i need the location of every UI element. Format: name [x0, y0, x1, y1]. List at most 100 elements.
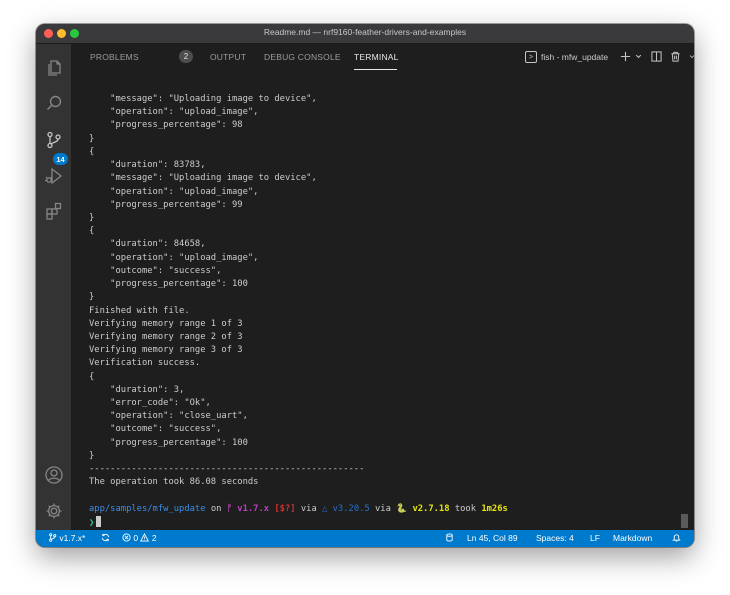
terminal-line: "duration": 83783, [89, 160, 206, 171]
chevron-down-icon [635, 54, 641, 59]
status-notifications[interactable] [672, 533, 681, 544]
terminal-scrollbar[interactable] [681, 514, 688, 528]
git-branch-icon [49, 533, 57, 542]
terminal-launch-profile-button[interactable] [632, 50, 644, 63]
terminal-line: "operation": "upload_image", [89, 186, 259, 197]
error-icon [122, 533, 131, 542]
tab-terminal[interactable]: TERMINAL [354, 52, 399, 62]
terminal-line: "progress_percentage": 100 [89, 437, 248, 448]
files-icon [47, 59, 61, 76]
search-icon [46, 95, 61, 110]
tab-problems[interactable]: PROBLEMS [90, 52, 139, 62]
status-indentation[interactable]: Spaces: 4 [536, 533, 574, 544]
status-sync[interactable] [101, 533, 110, 544]
new-terminal-button[interactable] [619, 50, 631, 63]
status-eol[interactable]: LF [590, 533, 600, 544]
tab-debug-console[interactable]: DEBUG CONSOLE [264, 52, 341, 62]
terminal-line: "message": "Uploading image to device", [89, 94, 317, 104]
prompt-line: app/samples/mfw_update on ᚠ v1.7.x [$?] … [89, 503, 689, 516]
terminal-line: { [89, 371, 95, 382]
input-line[interactable]: ❯ [89, 516, 689, 529]
terminal-lines: "message": "Uploading image to device", … [89, 93, 689, 503]
window-title: Readme.md — nrf9160-feather-drivers-and-… [263, 27, 467, 37]
bell-icon [672, 534, 681, 542]
terminal-line: "progress_percentage": 100 [89, 279, 248, 290]
active-tab-indicator [354, 69, 397, 70]
activity-source-control[interactable] [42, 128, 65, 151]
terminal-line: { [89, 226, 95, 237]
panel-tabs: PROBLEMS 2 OUTPUT DEBUG CONSOLE TERMINAL… [71, 44, 694, 70]
warning-count: 2 [151, 533, 157, 543]
sync-icon [101, 533, 110, 542]
terminal-selector[interactable]: > fish - mfw_update [525, 50, 608, 64]
terminal-line: } [89, 450, 95, 461]
prompt-cmake-version: △ v3.20.5 [322, 503, 370, 514]
split-terminal-icon [650, 51, 662, 62]
source-control-icon [46, 131, 61, 148]
run-debug-icon [44, 167, 62, 184]
prompt-via: via [295, 503, 323, 514]
status-database[interactable] [445, 533, 454, 544]
tab-output[interactable]: OUTPUT [210, 52, 246, 62]
warning-icon [140, 532, 150, 542]
terminal-line: "operation": "upload_image", [89, 252, 259, 263]
terminal-line: Verifying memory range 3 of 3 [89, 345, 243, 356]
activity-search[interactable] [42, 91, 65, 114]
activity-run-debug[interactable] [42, 164, 65, 187]
terminal-selector-label: fish - mfw_update [541, 52, 609, 62]
trash-icon [670, 51, 680, 62]
prompt-branch: ᚠ v1.7.x [226, 503, 270, 514]
activity-explorer[interactable] [42, 55, 65, 78]
terminal-line: "progress_percentage": 98 [89, 120, 243, 131]
prompt-python-version: 🐍 v2.7.18 [396, 503, 450, 514]
terminal-line: "operation": "close_uart", [89, 411, 248, 422]
status-branch[interactable]: v1.7.x* [48, 533, 85, 544]
terminal-line: "outcome": "success", [89, 265, 222, 276]
terminal-line: The operation took 86.08 seconds [89, 477, 259, 488]
prompt-duration: 1m26s [481, 503, 508, 514]
activity-accounts[interactable] [42, 463, 65, 486]
terminal-line: } [89, 212, 95, 223]
terminal-icon: > [525, 51, 537, 63]
title-bar: Readme.md — nrf9160-feather-drivers-and-… [36, 24, 694, 44]
activity-manage[interactable] [42, 499, 65, 522]
terminal-line: "error_code": "Ok", [89, 398, 211, 409]
gear-icon [46, 503, 61, 518]
problems-count-badge: 2 [179, 50, 193, 63]
status-cursor-position[interactable]: Ln 45, Col 89 [467, 533, 518, 544]
extensions-icon [45, 202, 61, 220]
status-problems[interactable]: 0 2 [122, 532, 157, 544]
prompt-took-label: took [449, 503, 482, 514]
terminal-line: Verification success. [89, 358, 201, 369]
terminal-line: } [89, 133, 95, 144]
terminal-line: "message": "Uploading image to device", [89, 173, 317, 184]
activity-extensions[interactable] [42, 199, 65, 222]
terminal-line: "duration": 3, [89, 384, 185, 395]
database-icon [446, 533, 453, 542]
terminal-line: Verifying memory range 1 of 3 [89, 318, 243, 329]
status-branch-label: v1.7.x* [59, 533, 86, 543]
error-count: 0 [133, 533, 139, 543]
terminal-line: { [89, 146, 95, 157]
chevron-down-icon [689, 55, 694, 59]
panel-options-button[interactable] [688, 50, 694, 63]
terminal-line: "duration": 84658, [89, 239, 206, 250]
prompt-via: via [369, 503, 397, 514]
split-terminal-button[interactable] [650, 50, 662, 63]
plus-icon [620, 51, 630, 62]
kill-terminal-button[interactable] [669, 50, 681, 63]
terminal-line: ----------------------------------------… [89, 464, 365, 475]
terminal-line: Finished with file. [89, 305, 190, 316]
prompt-symbol: ❯ [89, 518, 95, 528]
activity-bar: 14 [36, 44, 71, 530]
terminal-line: Verifying memory range 2 of 3 [89, 331, 243, 342]
prompt-on: on [205, 503, 227, 514]
status-language-mode[interactable]: Markdown [613, 533, 652, 544]
terminal-output[interactable]: "message": "Uploading image to device", … [89, 93, 689, 528]
prompt-path: app/samples/mfw_update [89, 503, 206, 514]
terminal-cursor [96, 516, 102, 527]
prompt-git-status: [$?] [269, 503, 296, 514]
vscode-window: Readme.md — nrf9160-feather-drivers-and-… [36, 24, 694, 547]
terminal-line: } [89, 292, 95, 303]
